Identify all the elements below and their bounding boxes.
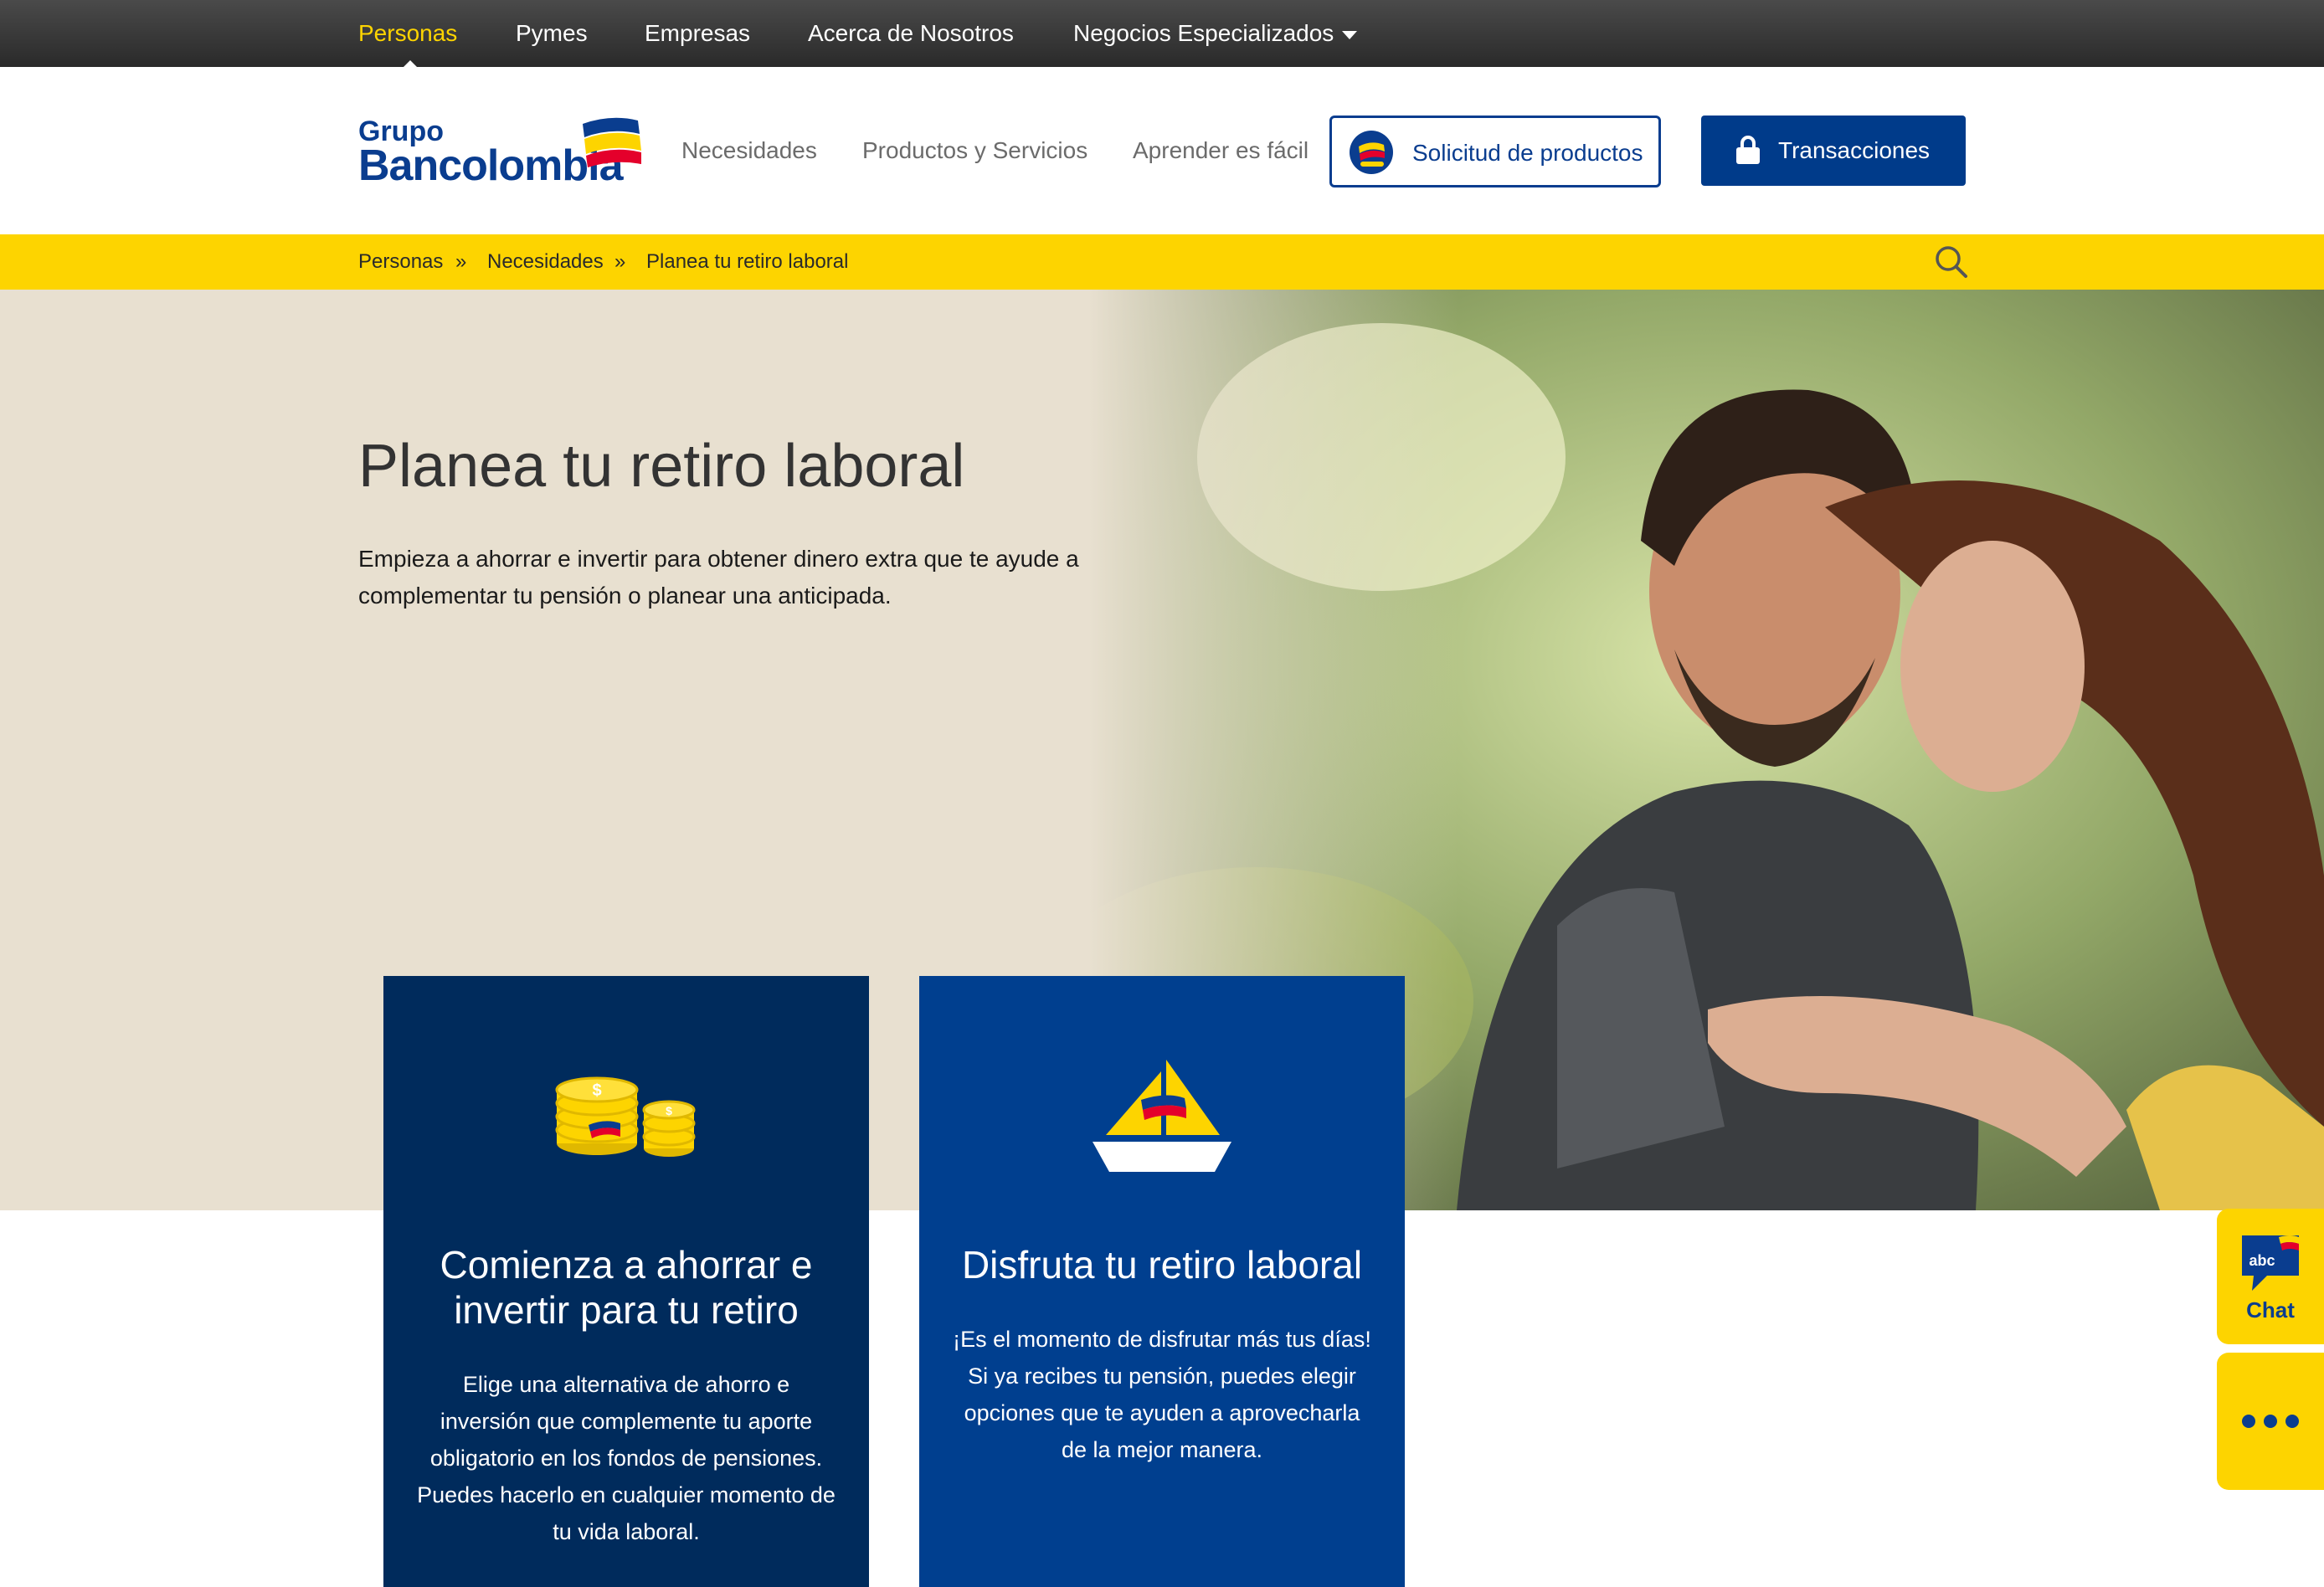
chat-badge-text: abc [2249, 1252, 2275, 1269]
breadcrumb: Personas » Necesidades » Planea tu retir… [0, 234, 2324, 290]
topnav-negocios-label: Negocios Especializados [1073, 20, 1334, 46]
chevron-down-icon [1342, 30, 1358, 39]
more-options-button[interactable] [2217, 1353, 2324, 1490]
svg-text:$: $ [592, 1081, 601, 1100]
nav-necesidades[interactable]: Necesidades [681, 67, 817, 234]
sailboat-icon [919, 1055, 1405, 1181]
topnav-acerca[interactable]: Acerca de Nosotros [808, 0, 1014, 67]
solicitud-productos-button[interactable]: Solicitud de productos [1329, 116, 1661, 187]
nav-productos-servicios[interactable]: Productos y Servicios [862, 67, 1087, 234]
breadcrumb-personas[interactable]: Personas [358, 234, 443, 290]
breadcrumb-necesidades[interactable]: Necesidades [487, 234, 604, 290]
chat-bubble-icon: abc [2242, 1235, 2299, 1291]
hero-title: Planea tu retiro laboral [358, 433, 965, 500]
chat-button[interactable]: abc Chat [2217, 1209, 2324, 1344]
search-icon[interactable] [1934, 244, 1969, 280]
breadcrumb-current: Planea tu retiro laboral [646, 250, 849, 273]
breadcrumb-separator: » [455, 250, 467, 273]
main-header: Grupo Bancolombia Necesidades Productos … [0, 67, 2324, 234]
transacciones-label: Transacciones [1778, 137, 1931, 163]
more-dots-icon [2242, 1415, 2255, 1428]
breadcrumb-separator: » [614, 250, 626, 273]
chat-label: Chat [2246, 1297, 2295, 1322]
card-description: Elige una alternativa de ahorro e invers… [417, 1372, 836, 1544]
transacciones-button[interactable]: Transacciones [1701, 116, 1966, 186]
topnav-empresas[interactable]: Empresas [645, 0, 750, 67]
card-disfruta-retiro[interactable]: Disfruta tu retiro laboral ¡Es el moment… [919, 976, 1405, 1587]
more-dots-icon [2264, 1415, 2277, 1428]
solicitud-label: Solicitud de productos [1412, 140, 1643, 166]
svg-text:$: $ [666, 1104, 672, 1117]
card-title: Comienza a ahorrar e invertir para tu re… [440, 1243, 813, 1332]
topnav-negocios[interactable]: Negocios Especializados [1073, 0, 1358, 67]
top-navigation-bar: Personas Pymes Empresas Acerca de Nosotr… [0, 0, 2324, 69]
nav-aprender[interactable]: Aprender es fácil [1133, 67, 1309, 234]
bancolombia-logo[interactable]: Grupo Bancolombia [358, 116, 643, 199]
bancolombia-flag-icon [583, 117, 641, 167]
card-ahorrar-invertir[interactable]: $ $ Comienza a ahorrar e invertir para t… [383, 976, 869, 1587]
bancolombia-badge-icon [1350, 131, 1393, 174]
lock-icon [1736, 136, 1760, 164]
card-title: Disfruta tu retiro laboral [961, 1243, 1363, 1287]
more-dots-icon [2285, 1415, 2299, 1428]
topnav-pymes[interactable]: Pymes [516, 0, 588, 67]
hero-description: Empieza a ahorrar e invertir para obtene… [358, 546, 1079, 609]
topnav-personas[interactable]: Personas [358, 0, 457, 67]
card-description: ¡Es el momento de disfrutar más tus días… [953, 1327, 1371, 1462]
coins-icon: $ $ [383, 1068, 869, 1164]
